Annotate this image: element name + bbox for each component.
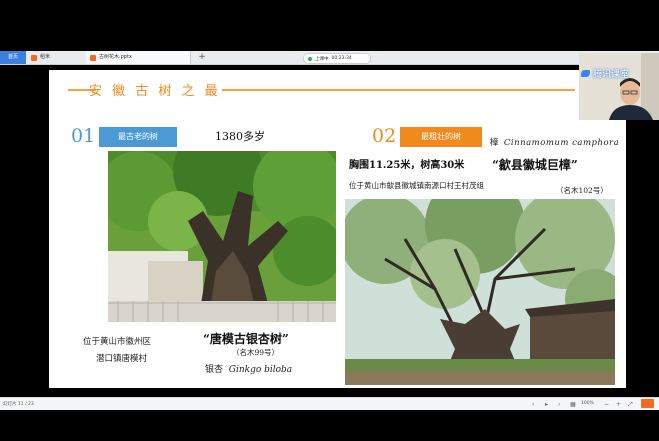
class-status-pill[interactable]: 上课中 00:23:34 [303, 53, 371, 64]
next-slide-icon[interactable]: › [558, 401, 560, 408]
item1-location-line2: 潜口镇唐模村 [96, 354, 148, 364]
zoom-level[interactable]: 100% [581, 401, 594, 406]
tab-home[interactable]: 首页 [0, 51, 26, 64]
presentation-bottom-bar: 幻灯片 11 / 23 ‹ ▸ › ▦ 100% − + ⤢ [0, 397, 659, 410]
item1-species-cn: 银杏 [205, 365, 224, 375]
tab-home-label: 首页 [7, 54, 18, 60]
item1-badge: 最古老的树 [99, 127, 177, 147]
teacher-video [579, 53, 659, 120]
item2-number: 02 [372, 125, 397, 147]
class-timer: 00:23:34 [331, 56, 352, 61]
item1-species: 银杏 Ginkgo biloba [205, 362, 292, 375]
webcam-brand-label: 腾讯课堂 [593, 70, 630, 80]
tab-ppt[interactable]: 古树花木.pptx [86, 51, 191, 64]
tab-ppt-label: 古树花木.pptx [99, 54, 132, 60]
play-icon[interactable]: ▸ [545, 401, 548, 408]
title-rule-right [222, 89, 575, 91]
camphor-tree-photo [345, 199, 615, 385]
item2-tree-number: （名木102号） [556, 186, 608, 195]
item1-number: 01 [71, 125, 96, 147]
webcam-brand: 腾讯课堂 [579, 67, 659, 80]
tab-doc-label: 稻米 [40, 54, 51, 60]
item2-species: 樟 Cinnamomum camphora [490, 136, 619, 148]
item2-tree-name: “歙县徽城巨樟” [492, 158, 578, 172]
item2-location: 位于黄山市歙县徽城镇南源口村王村茂组 [349, 181, 484, 190]
item1-tree-name: “唐模古银杏树” [203, 332, 289, 346]
ginkgo-tree-photo [108, 151, 336, 322]
item2-species-latin: Cinnamomum camphora [503, 138, 620, 148]
item1-age: 1380多岁 [215, 130, 265, 143]
teacher-webcam: 腾讯课堂 [579, 53, 659, 120]
slide-title: 安 徽 古 树 之 最 [89, 84, 221, 99]
slide-page-indicator: 幻灯片 11 / 23 [3, 402, 34, 407]
zoom-out-icon[interactable]: − [604, 401, 609, 408]
item1-location-line1: 位于黄山市徽州区 [83, 337, 152, 347]
grid-view-icon[interactable]: ▦ [570, 401, 576, 408]
live-dot-icon [308, 56, 312, 61]
tab-doc[interactable]: 稻米 [27, 51, 87, 64]
item2-girth-height: 胸围11.25米，树高30米 [349, 160, 465, 171]
fit-window-icon[interactable]: ⤢ [628, 401, 633, 409]
ppt-file-icon [90, 54, 96, 61]
slide-canvas: 安 徽 古 树 之 最 01 最古老的树 1380多岁 02 最粗壮的树 位于黄… [49, 70, 626, 388]
document-icon [31, 54, 37, 61]
class-status-label: 上课中 [315, 56, 329, 62]
item2-badge: 最粗壮的树 [400, 127, 482, 147]
prev-slide-icon[interactable]: ‹ [532, 401, 534, 408]
item1-tree-number: （名木99号） [232, 348, 280, 357]
fullscreen-button[interactable] [641, 399, 654, 408]
zoom-in-icon[interactable]: + [616, 401, 621, 408]
tencent-classroom-logo-icon [581, 70, 590, 77]
item1-species-latin: Ginkgo biloba [228, 365, 293, 375]
item2-species-cn: 樟 [490, 138, 499, 148]
add-tab-button[interactable]: + [196, 51, 208, 64]
